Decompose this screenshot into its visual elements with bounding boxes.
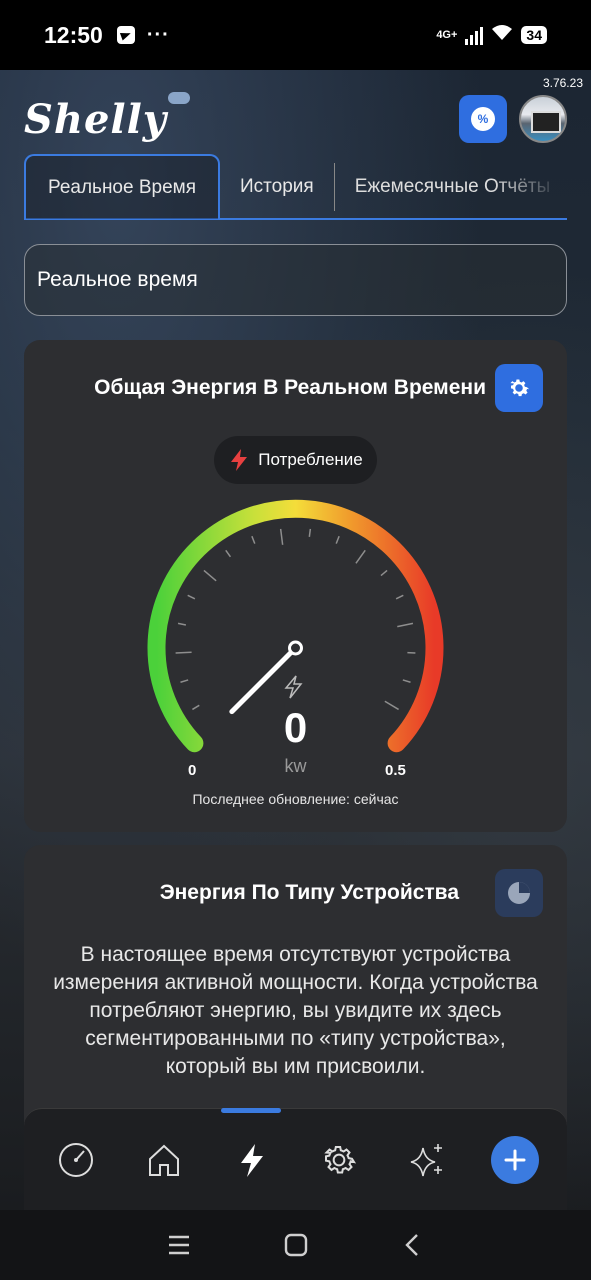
cloud-icon	[168, 92, 190, 104]
gauge-tick	[355, 549, 366, 564]
gauge-tick	[177, 622, 187, 626]
signal-icon	[465, 25, 484, 45]
nav-settings[interactable]	[309, 1130, 369, 1190]
gauge-tick	[225, 549, 232, 558]
chip-label: Потребление	[258, 450, 363, 469]
gauge-needle	[229, 645, 298, 715]
card-title: Общая Энергия В Реальном Времени	[94, 376, 486, 399]
pie-chart-button[interactable]	[495, 869, 543, 917]
gauge-tick	[203, 569, 217, 582]
more-notifications-icon: ···	[146, 23, 170, 46]
power-gauge	[147, 499, 444, 753]
gear-icon	[324, 1145, 357, 1173]
home-nav-icon[interactable]	[283, 1232, 309, 1258]
section-header: Реальное время	[24, 244, 567, 316]
gear-icon	[510, 379, 530, 397]
home-icon	[148, 1144, 179, 1176]
gauge-icon	[58, 1142, 93, 1177]
device-type-energy-card: Энергия По Типу Устройства В настоящее в…	[24, 845, 567, 1145]
realtime-energy-card: Общая Энергия В Реальном Времени Потребл…	[24, 340, 567, 832]
battery-indicator: 34	[521, 26, 547, 44]
gauge-tick	[402, 679, 411, 683]
lightning-icon	[240, 1143, 263, 1177]
gauge-tick	[395, 594, 404, 600]
gauge-ticks	[175, 528, 416, 711]
wifi-icon	[491, 24, 513, 47]
status-time: 12:50	[44, 21, 103, 48]
gauge-tick	[251, 535, 256, 544]
tab-realtime[interactable]: Реальное Время	[24, 154, 220, 219]
back-icon[interactable]	[400, 1232, 426, 1258]
settings-button[interactable]	[495, 364, 543, 412]
card-title: Энергия По Типу Устройства	[159, 881, 459, 904]
tab-monthly-reports[interactable]: Ежемесячные Отчёты	[335, 154, 561, 219]
tab-history[interactable]: История	[220, 162, 335, 211]
gauge-tick	[180, 679, 189, 683]
add-icon	[491, 1135, 540, 1184]
app-version: 3.76.23	[542, 76, 583, 90]
lightning-icon	[284, 675, 303, 699]
empty-state-message: В настоящее время отсутствуют устройства…	[53, 943, 538, 1078]
gauge-unit: kw	[284, 756, 307, 776]
status-bar: 12:50 ··· 4G+ 34	[0, 0, 591, 70]
network-type: 4G+	[436, 29, 458, 41]
gauge-tick	[397, 622, 414, 628]
nav-dashboard[interactable]	[46, 1130, 106, 1190]
gauge-tick	[279, 528, 284, 545]
sparkle-icon	[411, 1143, 443, 1176]
promo-button[interactable]: %	[459, 95, 507, 143]
pie-chart-icon	[508, 882, 530, 904]
shelly-logo: Shelly	[24, 96, 168, 143]
gauge-tick	[380, 569, 388, 577]
add-button[interactable]	[485, 1130, 545, 1190]
telegram-icon	[116, 26, 135, 44]
lightning-icon	[231, 449, 248, 471]
gauge-tick	[175, 651, 192, 654]
last-update: Последнее обновление: сейчас	[192, 791, 399, 807]
bottom-navigation	[24, 1108, 567, 1210]
recents-icon[interactable]	[166, 1233, 192, 1257]
gauge-tick	[187, 594, 196, 600]
active-nav-indicator	[221, 1108, 281, 1113]
gauge-value: 0	[283, 704, 308, 751]
discount-icon: %	[471, 107, 495, 131]
tab-bar: Реальное Время История Ежемесячные Отчёт…	[24, 154, 567, 220]
nav-home[interactable]	[134, 1130, 194, 1190]
profile-avatar[interactable]	[519, 95, 567, 143]
system-navigation-bar	[0, 1210, 591, 1280]
gauge-tick	[335, 535, 340, 544]
nav-energy[interactable]	[222, 1130, 282, 1190]
nav-ai-scenes[interactable]	[397, 1130, 457, 1190]
gauge-tick	[308, 528, 312, 537]
consumption-chip[interactable]: Потребление	[214, 436, 377, 484]
